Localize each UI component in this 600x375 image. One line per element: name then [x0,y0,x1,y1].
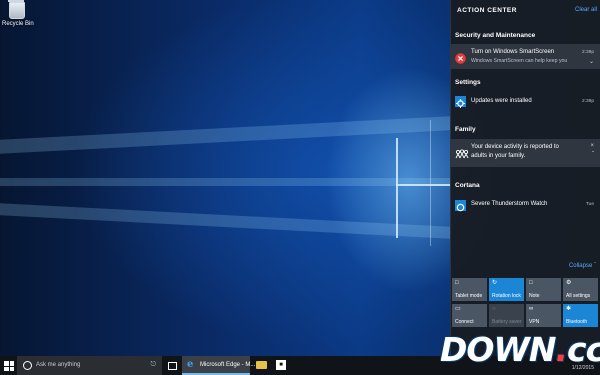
notification-line-1: Your device activity is reported to [471,144,559,150]
cortana-icon [23,361,32,370]
watermark-suffix: cc [567,330,600,369]
family-icon [455,147,469,159]
search-placeholder: Ask me anything [36,362,81,368]
collapse-chevron-icon[interactable]: ˆ [592,152,594,158]
notification-time: Tue [585,202,594,207]
notification-title: Severe Thunderstorm Watch [471,201,548,207]
notification-title: Turn on Windows SmartScreen [471,49,555,55]
recycle-bin-shortcut[interactable]: Recycle Bin [2,0,34,27]
file-explorer-icon[interactable] [256,361,267,369]
watermark-logo: DOWN.cc [440,330,600,369]
quick-action-battery-saver[interactable]: ○ Battery saver [489,304,524,327]
action-center-title: ACTION CENTER [457,7,517,14]
group-settings: Settings [455,79,481,86]
search-box[interactable]: Ask me anything ⎋ [17,356,162,375]
error-icon [455,51,466,64]
quick-action-vpn[interactable]: ∞ VPN [526,304,561,327]
expand-chevron-icon[interactable]: ⌄ [589,59,594,65]
group-cortana: Cortana [455,182,480,189]
connect-icon: ▭ [455,306,461,312]
collapse-link[interactable]: Collapse ˆ [569,263,596,269]
edge-window-title: Microsoft Edge - M... [200,362,256,368]
battery-saver-icon: ○ [492,306,496,312]
taskbar-edge-button[interactable]: e Microsoft Edge - M... [182,356,255,375]
quick-action-label: Rotation lock [492,293,521,299]
vpn-icon: ∞ [529,306,534,312]
notification-time: 2:39p [581,50,594,55]
notification-updates[interactable]: Updates were installed 2:39p [450,92,600,112]
notification-smartscreen[interactable]: Turn on Windows SmartScreen Windows Smar… [450,44,600,69]
close-icon[interactable]: × [590,143,594,149]
quick-action-tablet-mode[interactable]: □ Tablet mode [452,278,487,301]
quick-action-rotation-lock[interactable]: ↻ Rotation lock [489,278,524,301]
gear-icon: ⚙ [566,280,572,286]
window-logo-edge [396,184,450,186]
edge-icon: e [187,359,194,370]
clear-all-link[interactable]: Clear all [575,7,597,13]
gear-icon [455,96,466,108]
task-view-icon[interactable] [168,362,177,370]
watermark-dot: . [555,330,568,369]
collapse-label: Collapse [568,263,593,269]
quick-action-label: Bluetooth [566,319,588,325]
notification-line-2: adults in your family. [471,153,526,159]
quick-action-label: Connect [455,319,474,325]
window-logo-edge [430,120,431,246]
light-beam [0,203,450,239]
notification-title: Updates were installed [471,98,532,104]
group-security: Security and Maintenance [455,32,536,39]
tablet-mode-icon: □ [455,280,459,286]
note-icon: □ [529,280,533,286]
quick-action-label: Battery saver [492,319,522,325]
quick-action-label: All settings [566,293,591,299]
quick-action-bluetooth[interactable]: ✱ Bluetooth [563,304,598,327]
notification-body: Windows SmartScreen can help keep you [471,58,568,64]
rotation-lock-icon: ↻ [492,280,498,286]
notification-family[interactable]: Your device activity is reported to adul… [450,139,600,167]
cortana-icon [455,200,466,212]
microphone-icon[interactable]: ⎋ [150,361,156,369]
quick-action-label: Note [529,293,540,299]
quick-action-label: VPN [529,319,540,325]
watermark-text: DOWN [440,330,556,369]
light-beam [0,178,450,186]
recycle-bin-label: Recycle Bin [2,21,34,27]
quick-action-label: Tablet mode [455,293,483,299]
window-logo-edge [396,138,398,238]
notification-cortana[interactable]: Severe Thunderstorm Watch Tue [450,196,600,216]
quick-action-note[interactable]: □ Note [526,278,561,301]
windows-start-icon[interactable] [4,361,14,371]
quick-action-all-settings[interactable]: ⚙ All settings [563,278,598,301]
group-family: Family [455,126,476,133]
light-beam [0,116,450,154]
store-icon[interactable]: ■ [276,360,286,370]
recycle-bin-icon [8,0,25,19]
notification-time: 2:39p [581,99,594,104]
bluetooth-icon: ✱ [566,306,572,312]
quick-action-connect[interactable]: ▭ Connect [452,304,487,327]
